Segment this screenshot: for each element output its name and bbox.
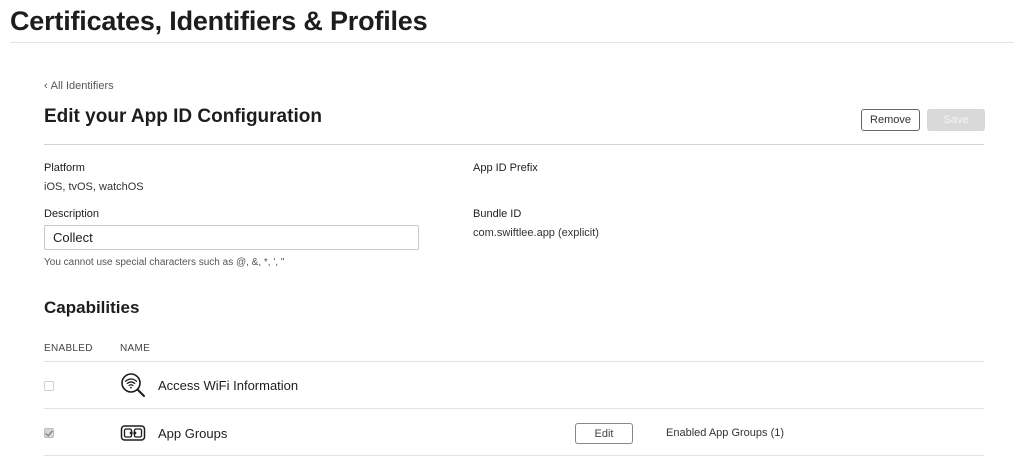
section-divider bbox=[44, 144, 984, 145]
description-label: Description bbox=[44, 208, 100, 220]
description-hint: You cannot use special characters such a… bbox=[44, 257, 285, 268]
edit-app-groups-button[interactable]: Edit bbox=[575, 423, 633, 444]
table-header-divider bbox=[44, 361, 984, 362]
save-button[interactable]: Save bbox=[927, 109, 985, 131]
app-groups-icon bbox=[120, 425, 146, 441]
description-input[interactable] bbox=[44, 225, 419, 250]
capability-name: App Groups bbox=[158, 426, 228, 441]
remove-button[interactable]: Remove bbox=[861, 109, 920, 131]
row-divider bbox=[44, 455, 984, 456]
capability-name: Access WiFi Information bbox=[158, 378, 299, 393]
bundle-id-label: Bundle ID bbox=[473, 208, 522, 220]
app-groups-status: Enabled App Groups (1) bbox=[666, 427, 785, 439]
app-groups-checkbox[interactable] bbox=[44, 428, 54, 438]
back-to-identifiers-link[interactable]: ‹ All Identifiers bbox=[44, 80, 114, 92]
enabled-column-header: ENABLED bbox=[44, 343, 93, 354]
platform-label: Platform bbox=[44, 162, 85, 174]
row-divider bbox=[44, 408, 984, 409]
section-title: Edit your App ID Configuration bbox=[44, 106, 322, 127]
chevron-left-icon: ‹ bbox=[44, 80, 48, 92]
name-column-header: NAME bbox=[120, 343, 151, 354]
app-id-prefix-label: App ID Prefix bbox=[473, 162, 538, 174]
access-wifi-checkbox[interactable] bbox=[44, 381, 54, 391]
platform-value: iOS, tvOS, watchOS bbox=[44, 181, 144, 193]
page-title: Certificates, Identifiers & Profiles bbox=[10, 6, 428, 36]
back-link-label: All Identifiers bbox=[50, 80, 114, 92]
wifi-search-icon bbox=[121, 373, 145, 397]
bundle-id-value: com.swiftlee.app (explicit) bbox=[473, 227, 599, 239]
capabilities-title: Capabilities bbox=[44, 298, 140, 317]
header-divider bbox=[10, 42, 1014, 43]
